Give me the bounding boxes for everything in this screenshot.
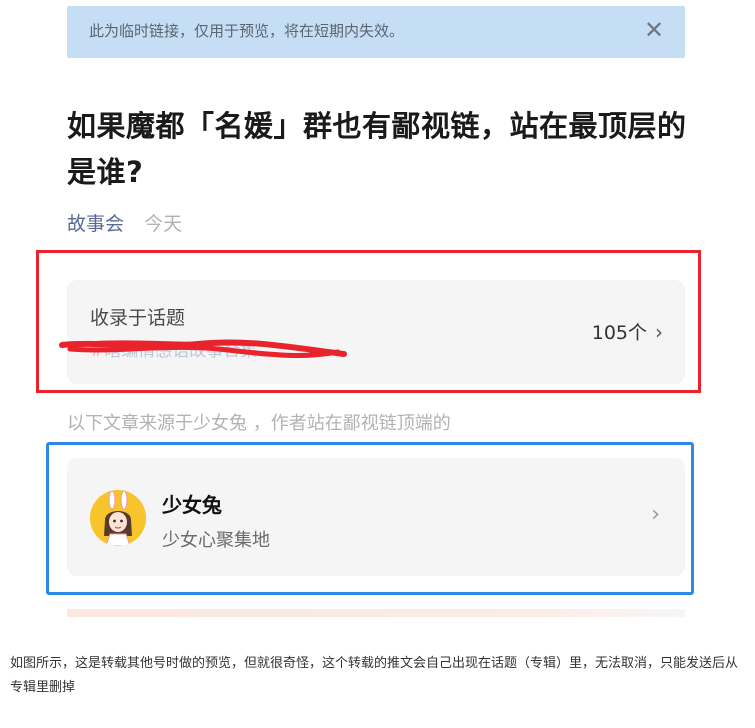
- explanation-caption: 如图所示，这是转载其他号时做的预览，但就很奇怪，这个转载的推文会自己出现在话题（…: [10, 656, 739, 695]
- notice-text: 此为临时链接，仅用于预览，将在短期内失效。: [89, 22, 405, 40]
- article-title: 如果魔都「名媛」群也有鄙视链，站在最顶层的是谁?: [67, 109, 687, 189]
- article-preview-screenshot: 此为临时链接，仅用于预览，将在短期内失效。 ✕ 如果魔都「名媛」群也有鄙视链，站…: [0, 0, 751, 617]
- content-edge-strip: [67, 609, 685, 617]
- publish-time: 今天: [144, 213, 183, 235]
- temporary-link-notice: 此为临时链接，仅用于预览，将在短期内失效。 ✕: [67, 6, 685, 58]
- red-highlight-box: [36, 250, 701, 393]
- article-meta: 故事会 今天: [67, 209, 182, 236]
- source-attribution: 以下文章来源于少女兔 ，作者站在鄙视链顶端的: [67, 413, 451, 434]
- blue-highlight-box: [46, 442, 694, 595]
- account-name-link[interactable]: 故事会: [67, 213, 124, 235]
- close-icon[interactable]: ✕: [643, 16, 665, 44]
